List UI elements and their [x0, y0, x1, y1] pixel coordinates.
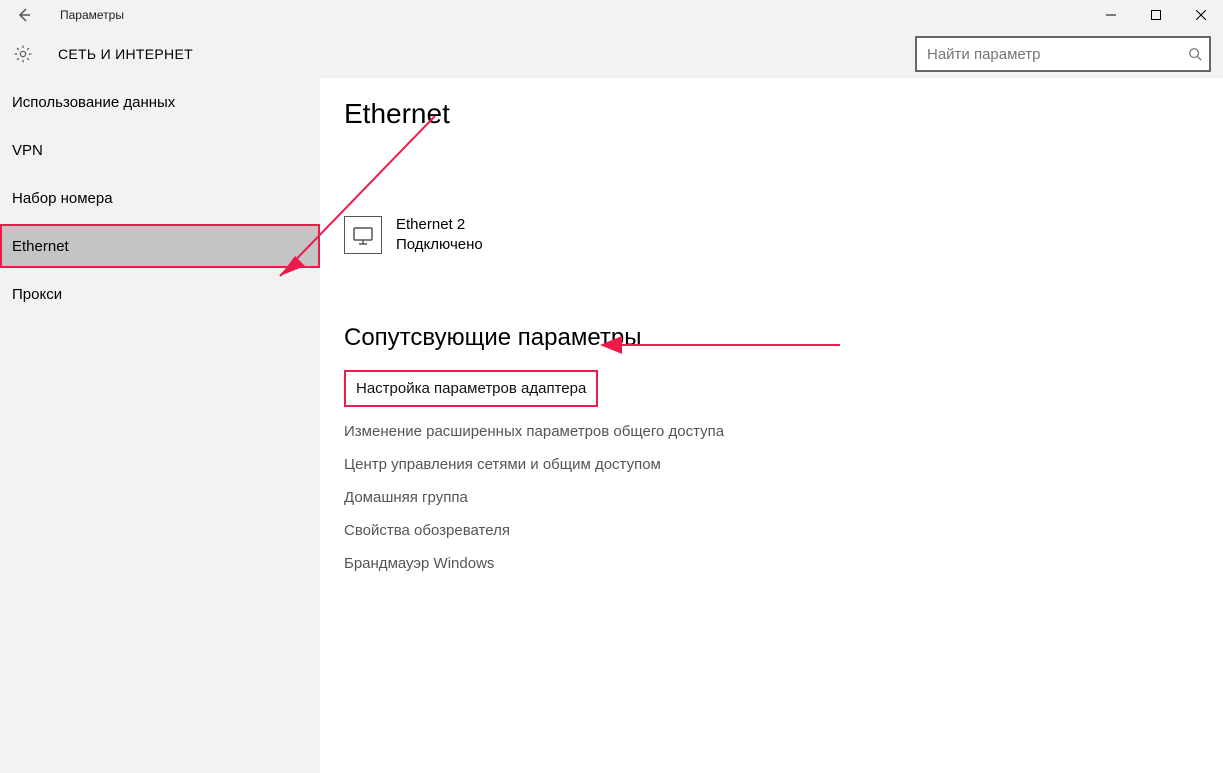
- sidebar-item-label: Прокси: [12, 286, 62, 303]
- sidebar-item-label: Использование данных: [12, 94, 175, 111]
- link-browser-properties[interactable]: Свойства обозревателя: [344, 522, 510, 539]
- main-pane: Ethernet Ethernet 2 Подключено Сопутсвую…: [320, 78, 1223, 773]
- sidebar-item-ethernet[interactable]: Ethernet: [0, 224, 320, 268]
- close-icon: [1196, 10, 1206, 20]
- sidebar-item-label: Набор номера: [12, 190, 113, 207]
- arrow-left-icon: [16, 7, 32, 23]
- sidebar-item-label: VPN: [12, 142, 43, 159]
- connection-text: Ethernet 2 Подключено: [396, 215, 483, 254]
- maximize-icon: [1151, 10, 1161, 20]
- maximize-button[interactable]: [1133, 0, 1178, 30]
- connection-row[interactable]: Ethernet 2 Подключено: [344, 215, 724, 254]
- header-row: СЕТЬ И ИНТЕРНЕТ: [0, 30, 1223, 78]
- sidebar: Использование данных VPN Набор номера Et…: [0, 78, 320, 773]
- page-title: Ethernet: [344, 98, 1223, 130]
- back-button[interactable]: [0, 0, 48, 30]
- sidebar-item-data-usage[interactable]: Использование данных: [0, 78, 320, 126]
- connection-status: Подключено: [396, 235, 483, 255]
- connection-name: Ethernet 2: [396, 215, 483, 235]
- search-icon: [1181, 47, 1209, 61]
- section-title: СЕТЬ И ИНТЕРНЕТ: [58, 46, 193, 62]
- minimize-button[interactable]: [1088, 0, 1133, 30]
- sidebar-item-proxy[interactable]: Прокси: [0, 270, 320, 318]
- sidebar-item-dialup[interactable]: Набор номера: [0, 174, 320, 222]
- link-network-center[interactable]: Центр управления сетями и общим доступом: [344, 456, 661, 473]
- titlebar-label: Параметры: [60, 8, 124, 22]
- titlebar: Параметры: [0, 0, 1223, 30]
- link-adapter-settings[interactable]: Настройка параметров адаптера: [344, 370, 598, 407]
- gear-icon: [12, 43, 34, 65]
- search-input[interactable]: [917, 46, 1181, 63]
- sidebar-item-vpn[interactable]: VPN: [0, 126, 320, 174]
- close-button[interactable]: [1178, 0, 1223, 30]
- link-advanced-sharing[interactable]: Изменение расширенных параметров общего …: [344, 423, 724, 440]
- window-controls: [1088, 0, 1223, 30]
- sidebar-item-label: Ethernet: [12, 238, 69, 255]
- link-firewall[interactable]: Брандмауэр Windows: [344, 555, 494, 572]
- search-box[interactable]: [915, 36, 1211, 72]
- link-homegroup[interactable]: Домашняя группа: [344, 489, 468, 506]
- minimize-icon: [1106, 10, 1116, 20]
- ethernet-icon: [344, 216, 382, 254]
- related-heading: Сопутсвующие параметры: [344, 324, 1223, 352]
